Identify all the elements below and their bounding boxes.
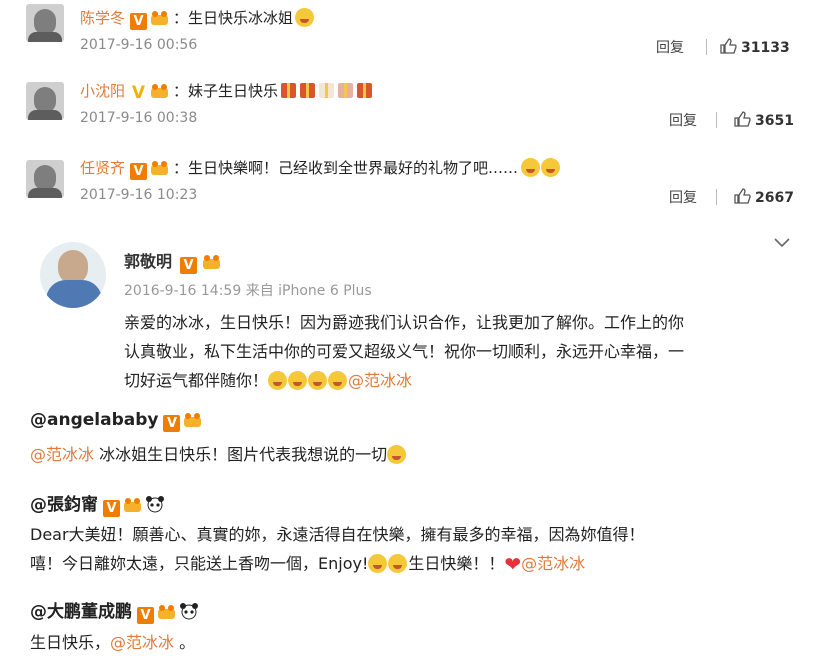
crown-icon bbox=[124, 498, 141, 512]
mention-line: 生日快乐， bbox=[30, 633, 111, 652]
mention-text: 生日快乐，@范冰冰 。 bbox=[30, 628, 195, 657]
post-avatar[interactable] bbox=[40, 242, 106, 308]
like-button[interactable]: 31133 bbox=[719, 37, 790, 56]
avatar[interactable] bbox=[26, 160, 64, 198]
mention-line-part: 嘻！今日離妳太遠，只能送上香吻一個，Enjoy! bbox=[30, 554, 369, 573]
chevron-down-icon[interactable] bbox=[772, 236, 792, 250]
mention-handle[interactable]: @張鈞甯 V bbox=[30, 490, 165, 517]
post-line: 亲爱的冰冰，生日快乐！因为爵迹我们认识合作，让我更加了解你。工作上的你 bbox=[124, 313, 685, 332]
verified-badge-icon: V bbox=[103, 500, 120, 517]
reply-button[interactable]: 回复 bbox=[656, 37, 684, 57]
gift-icon bbox=[338, 83, 354, 98]
mention-link[interactable]: @范冰冰 bbox=[30, 445, 94, 464]
author-name[interactable]: 郭敬明 bbox=[124, 252, 172, 271]
laugh-emoji-icon bbox=[308, 371, 328, 390]
comment-timestamp: 2017-9-16 00:38 bbox=[80, 110, 198, 126]
laugh-emoji-icon bbox=[288, 371, 308, 390]
mention-line: Dear大美妞！願善心、真實的妳，永遠活得自在快樂，擁有最多的幸福，因為妳值得！ bbox=[30, 525, 645, 544]
like-button[interactable]: 3651 bbox=[733, 110, 794, 129]
clap-emoji-icon bbox=[368, 554, 388, 573]
divider bbox=[716, 112, 717, 128]
avatar[interactable] bbox=[26, 4, 64, 42]
comment-text: ：生日快樂啊！己经收到全世界最好的礼物了吧…… bbox=[173, 159, 519, 177]
crown-icon bbox=[151, 161, 169, 175]
mention-link[interactable]: @范冰冰 bbox=[110, 633, 174, 652]
divider bbox=[716, 189, 717, 205]
comment-timestamp: 2017-9-16 00:56 bbox=[80, 37, 198, 53]
laugh-emoji-icon bbox=[328, 371, 348, 390]
username-text[interactable]: 陈学冬 bbox=[80, 9, 125, 27]
post-author[interactable]: 郭敬明 V bbox=[124, 248, 221, 274]
thumbs-up-icon bbox=[734, 111, 751, 127]
reply-button[interactable]: 回复 bbox=[669, 110, 697, 130]
heart-icon: ❤ bbox=[504, 552, 522, 576]
mention-text: @范冰冰 冰冰姐生日快乐！图片代表我想说的一切 bbox=[30, 440, 407, 469]
gift-icon bbox=[281, 83, 297, 98]
crown-icon bbox=[158, 605, 175, 619]
crown-icon bbox=[151, 84, 169, 98]
verified-badge-icon: V bbox=[163, 415, 181, 432]
reply-button[interactable]: 回复 bbox=[669, 187, 697, 207]
mention-handle[interactable]: @angelababy V bbox=[30, 410, 202, 432]
mention-line: 冰冰姐生日快乐！图片代表我想说的一切 bbox=[94, 445, 388, 464]
handle-text[interactable]: @大鹏董成鹏 bbox=[30, 602, 132, 622]
verified-badge-icon: V bbox=[130, 13, 148, 30]
mention-line-part: 生日快樂！！ bbox=[408, 554, 505, 573]
username-text[interactable]: 任贤齐 bbox=[80, 159, 125, 177]
like-count: 2667 bbox=[755, 190, 794, 206]
avatar[interactable] bbox=[26, 82, 64, 120]
post-line-last: 切好运气都伴随你！ @范冰冰 bbox=[124, 366, 784, 395]
post-meta: 2016-9-16 14:59 来自 iPhone 6 Plus bbox=[124, 283, 372, 299]
comment-username[interactable]: 任贤齐 V ：生日快樂啊！己经收到全世界最好的礼物了吧…… bbox=[80, 157, 561, 180]
mention-line: 嘻！今日離妳太遠，只能送上香吻一個，Enjoy! 生日快樂！！❤@范冰冰 bbox=[30, 549, 645, 579]
mention-text: Dear大美妞！願善心、真實的妳，永遠活得自在快樂，擁有最多的幸福，因為妳值得！… bbox=[30, 520, 645, 579]
handle-text[interactable]: @angelababy bbox=[30, 410, 158, 430]
panda-icon bbox=[146, 496, 164, 513]
crown-icon bbox=[184, 413, 202, 427]
comment-username[interactable]: 陈学冬 V ：生日快乐冰冰姐 bbox=[80, 7, 315, 30]
comment-text: ：妹子生日快乐 bbox=[173, 82, 279, 100]
kiss-emoji-icon bbox=[387, 445, 407, 464]
cake-icon bbox=[319, 83, 335, 98]
comment-text: ：生日快乐冰冰姐 bbox=[173, 9, 294, 27]
like-count: 31133 bbox=[741, 40, 790, 56]
divider bbox=[706, 39, 707, 55]
crown-icon bbox=[203, 255, 221, 269]
post-line: 认真敬业，私下生活中你的可爱又超级义气！祝你一切顺利，永远开心幸福，一 bbox=[124, 342, 685, 361]
verified-badge-icon: V bbox=[137, 607, 154, 624]
crown-icon bbox=[151, 11, 169, 25]
laugh-emoji-icon bbox=[268, 371, 288, 390]
verified-badge-icon: V bbox=[131, 83, 146, 103]
mention-line: 。 bbox=[174, 633, 196, 652]
thumbs-up-icon bbox=[720, 38, 737, 54]
verified-badge-icon: V bbox=[130, 163, 148, 180]
panda-icon bbox=[180, 603, 198, 620]
handle-text[interactable]: @張鈞甯 bbox=[30, 495, 98, 515]
post-body: 亲爱的冰冰，生日快乐！因为爵迹我们认识合作，让我更加了解你。工作上的你 认真敬业… bbox=[124, 308, 784, 395]
thumbs-up-icon bbox=[734, 188, 751, 204]
mention-handle[interactable]: @大鹏董成鹏 V bbox=[30, 597, 199, 624]
post-line: 切好运气都伴随你！ bbox=[124, 371, 269, 390]
comment-timestamp: 2017-9-16 10:23 bbox=[80, 187, 198, 203]
verified-badge-icon: V bbox=[180, 257, 198, 274]
smug-emoji-icon bbox=[388, 554, 408, 573]
like-count: 3651 bbox=[755, 113, 794, 129]
tongue-emoji-icon bbox=[541, 158, 561, 177]
gift-icon bbox=[357, 83, 373, 98]
like-button[interactable]: 2667 bbox=[733, 187, 794, 206]
comment-username[interactable]: 小沈阳 V ：妹子生日快乐 bbox=[80, 80, 376, 102]
tongue-emoji-icon bbox=[521, 158, 541, 177]
smile-emoji-icon bbox=[295, 8, 315, 27]
gift-icon bbox=[300, 83, 316, 98]
mention-link[interactable]: @范冰冰 bbox=[521, 554, 585, 573]
mention-link[interactable]: @范冰冰 bbox=[348, 371, 412, 390]
username-text[interactable]: 小沈阳 bbox=[80, 82, 125, 100]
